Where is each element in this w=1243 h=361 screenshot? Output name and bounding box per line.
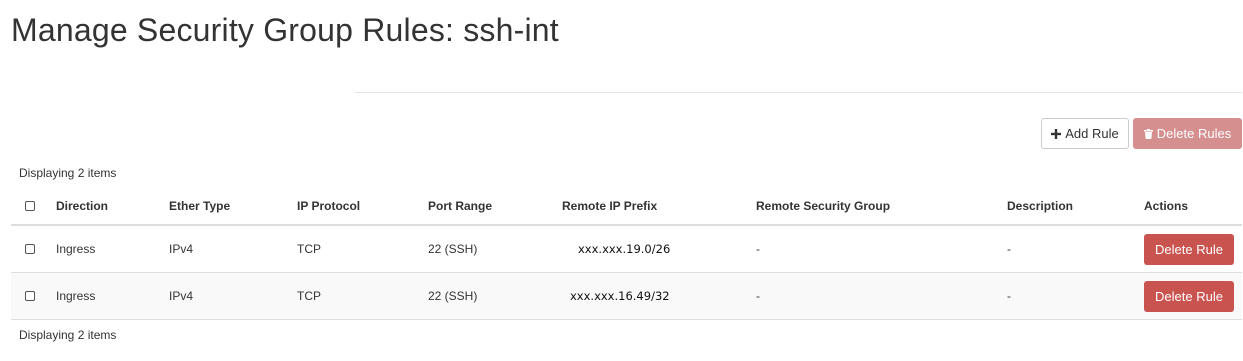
table-row: Ingress IPv4 TCP 22 (SSH) xxx.xxx.16.49/… xyxy=(11,273,1242,320)
cell-direction: Ingress xyxy=(56,242,96,256)
cell-port-range: 22 (SSH) xyxy=(428,289,478,303)
delete-rules-button[interactable]: Delete Rules xyxy=(1133,118,1242,149)
table-row: Ingress IPv4 TCP 22 (SSH) xxx.xxx.19.0/2… xyxy=(11,226,1242,273)
cell-description: - xyxy=(1007,242,1011,256)
delete-rules-label: Delete Rules xyxy=(1156,126,1232,141)
cell-ip-protocol: TCP xyxy=(297,242,321,256)
select-all-checkbox[interactable] xyxy=(25,201,35,211)
column-header-direction[interactable]: Direction xyxy=(56,188,108,224)
item-count-top: Displaying 2 items xyxy=(19,166,117,180)
item-count-bottom: Displaying 2 items xyxy=(19,328,117,342)
row-checkbox[interactable] xyxy=(25,291,35,301)
delete-rule-button[interactable]: Delete Rule xyxy=(1144,280,1234,312)
table-header: Direction Ether Type IP Protocol Port Ra… xyxy=(11,188,1242,226)
column-header-remote-security-group[interactable]: Remote Security Group xyxy=(756,188,890,224)
column-header-ip-protocol[interactable]: IP Protocol xyxy=(297,188,360,224)
column-header-description[interactable]: Description xyxy=(1007,188,1073,224)
column-header-port-range[interactable]: Port Range xyxy=(428,188,492,224)
add-rule-button[interactable]: Add Rule xyxy=(1041,118,1129,149)
header-divider xyxy=(355,92,1242,93)
plus-icon xyxy=(1051,128,1062,139)
cell-remote-security-group: - xyxy=(756,242,760,256)
page-title: Manage Security Group Rules: ssh-int xyxy=(11,12,559,48)
cell-ether-type: IPv4 xyxy=(169,242,194,256)
cell-description: - xyxy=(1007,289,1011,303)
cell-remote-ip-prefix: xxx.xxx.16.49/32 xyxy=(570,289,670,303)
cell-direction: Ingress xyxy=(56,289,96,303)
cell-remote-ip-prefix: xxx.xxx.19.0/26 xyxy=(578,242,671,256)
delete-rule-button[interactable]: Delete Rule xyxy=(1144,233,1234,265)
trash-icon xyxy=(1143,128,1153,139)
row-checkbox[interactable] xyxy=(25,244,35,254)
add-rule-label: Add Rule xyxy=(1065,126,1119,141)
column-header-remote-ip-prefix[interactable]: Remote IP Prefix xyxy=(562,188,657,224)
column-header-ether-type[interactable]: Ether Type xyxy=(169,188,230,224)
column-header-actions: Actions xyxy=(1144,199,1189,213)
cell-remote-security-group: - xyxy=(756,289,760,303)
cell-ether-type: IPv4 xyxy=(169,289,194,303)
cell-port-range: 22 (SSH) xyxy=(428,242,478,256)
cell-ip-protocol: TCP xyxy=(297,289,321,303)
